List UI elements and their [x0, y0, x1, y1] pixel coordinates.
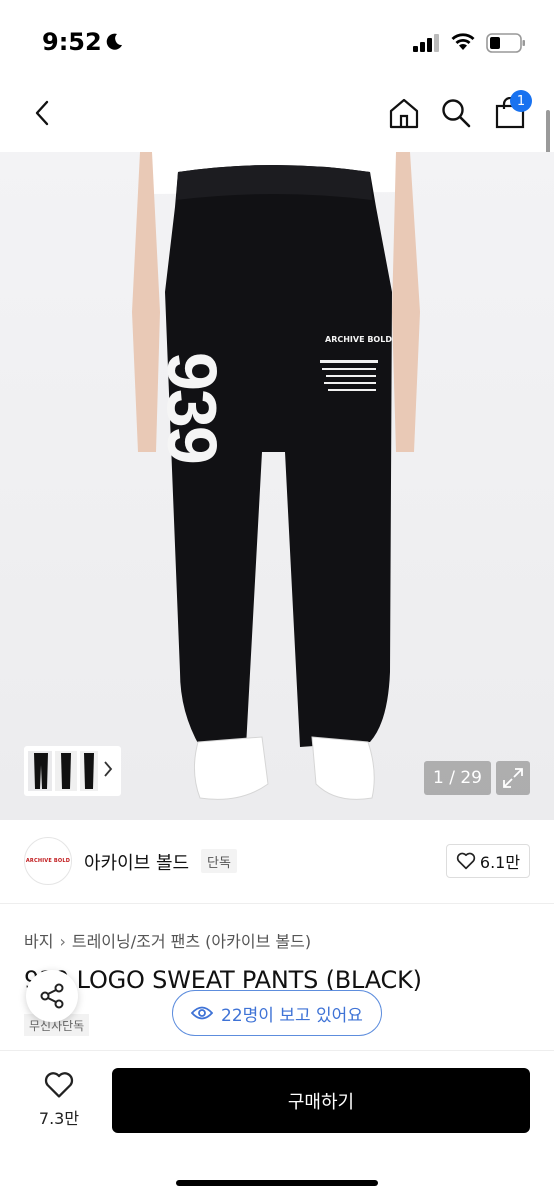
chevron-right-icon: [104, 761, 113, 777]
home-button[interactable]: [382, 90, 426, 136]
nav-bar: 1: [0, 90, 554, 150]
viewer-count-pill: 22명이 보고 있어요: [172, 990, 382, 1036]
wish-count: 7.3만: [38, 1109, 80, 1128]
home-indicator[interactable]: [176, 1180, 378, 1186]
thumbnail-images: [28, 751, 98, 791]
status-bar: 9:52: [0, 0, 554, 90]
brand-name[interactable]: 아카이브 볼드: [84, 849, 189, 875]
signal-icon: [413, 34, 439, 52]
breadcrumb: 바지 › 트레이닝/조거 팬츠 (아카이브 볼드): [24, 928, 311, 952]
bottom-action-bar: 7.3만 구매하기: [0, 1050, 554, 1200]
share-icon: [40, 983, 64, 1009]
print-brand: ARCHIVE BOLD: [325, 335, 392, 344]
product-image[interactable]: 939 ARCHIVE BOLD: [0, 152, 554, 820]
expand-image-button[interactable]: [496, 761, 530, 795]
brand-like-count: 6.1만: [479, 853, 521, 872]
print-number: 939: [153, 352, 231, 463]
home-icon: [389, 98, 419, 129]
eye-icon: [191, 1006, 214, 1020]
image-page-counter: 1 / 29: [424, 761, 491, 795]
chevron-right-icon: ›: [59, 932, 66, 951]
share-button[interactable]: [26, 970, 78, 1022]
product-photo: [132, 152, 420, 800]
breadcrumb-item[interactable]: 바지: [24, 932, 53, 951]
status-time: 9:52: [42, 28, 102, 56]
expand-icon: [503, 768, 523, 788]
brand-like-button[interactable]: 6.1만: [446, 844, 530, 878]
brand-row: ARCHIVE BOLD 아카이브 볼드 단독 6.1만: [0, 820, 554, 904]
battery-icon: [486, 33, 525, 53]
moon-icon: [106, 33, 122, 50]
wifi-icon: [451, 33, 475, 50]
brand-logo[interactable]: ARCHIVE BOLD: [24, 837, 72, 885]
back-button[interactable]: [20, 90, 64, 136]
exclusive-tag: 단독: [201, 849, 237, 873]
cart-button[interactable]: 1: [488, 90, 532, 136]
search-button[interactable]: [434, 90, 478, 136]
search-icon: [442, 99, 471, 128]
heart-icon: [44, 1072, 74, 1098]
breadcrumb-item[interactable]: 트레이닝/조거 팬츠 (아카이브 볼드): [72, 932, 311, 951]
cart-badge: 1: [510, 90, 532, 112]
wish-button[interactable]: 7.3만: [28, 1071, 90, 1137]
viewer-count-text: 22명이 보고 있어요: [221, 1005, 363, 1026]
heart-icon: [456, 852, 476, 870]
back-icon: [35, 100, 49, 126]
buy-button[interactable]: 구매하기: [112, 1068, 530, 1133]
thumbnail-strip[interactable]: [24, 746, 121, 796]
